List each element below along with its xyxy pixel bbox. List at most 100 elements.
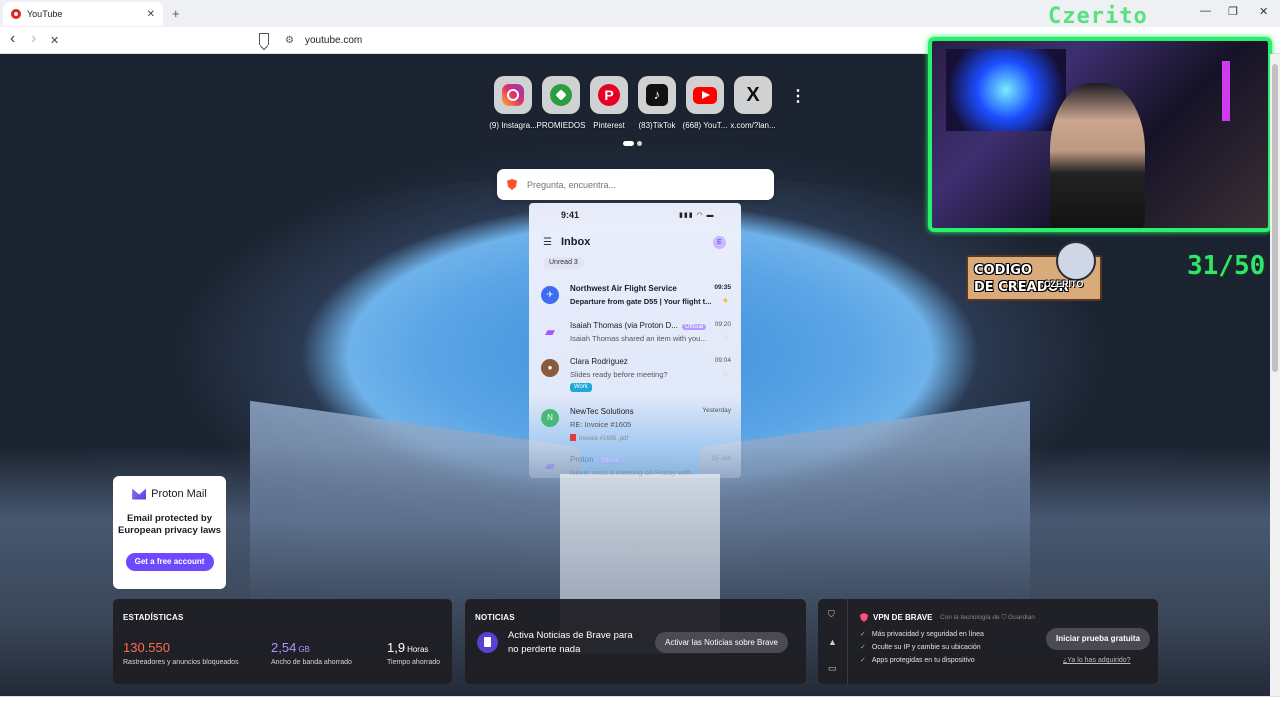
address-bar[interactable]: youtube.com [305, 35, 362, 46]
start-free-trial-button[interactable]: Iniciar prueba gratuita [1046, 628, 1151, 650]
search-box[interactable] [497, 169, 774, 200]
mail-time: 09:20 [714, 321, 731, 328]
proton-mail-icon [132, 488, 147, 500]
mail-from: Clara Rodriguez [570, 357, 628, 366]
pager-dot[interactable] [637, 141, 642, 146]
news-title: NOTICIAS [475, 613, 515, 622]
news-widget: NOTICIAS Activa Noticias de Brave para n… [465, 599, 806, 684]
mail-from-row: Isaiah Thomas (via Proton D... Official [570, 321, 707, 330]
site-settings-icon[interactable]: ⚙ [285, 35, 294, 46]
shortcut-x[interactable]: X x.com/?lan... [729, 76, 777, 130]
vpn-shield-icon [860, 613, 868, 622]
official-badge: Official [597, 458, 622, 464]
soccer-ball-icon [550, 84, 572, 106]
minimize-button[interactable]: — [1200, 5, 1211, 17]
proton-logo: Proton Mail [113, 488, 226, 500]
back-button[interactable]: ‹ [10, 30, 15, 48]
more-shortcuts-icon[interactable]: ⋮ [790, 86, 806, 106]
instagram-icon [502, 84, 524, 106]
mail-item: ● Clara Rodriguez 09:04 Slides ready bef… [541, 357, 731, 397]
trackers-value: 130.550 [123, 640, 170, 655]
youtube-icon [693, 86, 717, 104]
streamer-figure [1050, 83, 1145, 228]
shortcut-pinterest[interactable]: P Pinterest [585, 76, 633, 130]
search-input[interactable] [527, 179, 757, 190]
star-icon: ★ [721, 296, 729, 305]
bookmark-icon[interactable] [259, 33, 269, 45]
scrollbar-thumb[interactable] [1272, 64, 1278, 372]
mail-tag: Work [570, 383, 592, 392]
pager-dot-active[interactable] [623, 141, 634, 146]
creator-code-badge: CODIGO DE CREADOR CZERITO [966, 241, 1102, 301]
contact-photo-icon: ● [541, 359, 559, 377]
tiktok-icon: ♪ [646, 84, 668, 106]
creator-code-line1: CODIGO [974, 263, 1032, 278]
pdf-attachment: Invoice #1605 .pdf [570, 434, 628, 442]
vpn-powered-by: Con la tecnología de ⛉ Guardian [940, 614, 1035, 621]
rewards-tab-icon[interactable]: ▲ [828, 637, 837, 647]
webcam-monitor-glow [946, 49, 1066, 131]
shortcut-instagram[interactable]: (9) Instagra... [489, 76, 537, 130]
bandwidth-unit: GB [298, 645, 310, 654]
newtec-initial-icon: N [541, 409, 559, 427]
time-unit: Horas [407, 645, 429, 654]
cat-mascot-icon [1056, 241, 1096, 281]
shortcut-promiedos[interactable]: PROMIEDOS [537, 76, 585, 130]
talk-tab-icon[interactable]: ▭ [828, 663, 837, 674]
mail-item: ✈ Northwest Air Flight Service 09:35 Dep… [541, 284, 731, 324]
tab-youtube[interactable]: YouTube ✕ [3, 2, 163, 26]
phone-menu-icon: ☰ [543, 237, 552, 248]
mail-from: NewTec Solutions [570, 407, 634, 416]
mail-from-row: Proton Official [570, 455, 622, 464]
new-tab-button[interactable]: + [172, 6, 180, 21]
news-icon [477, 632, 498, 653]
creator-code-name: CZERITO [1044, 279, 1084, 289]
forward-button[interactable]: › [31, 30, 36, 48]
close-window-button[interactable]: ✕ [1259, 5, 1268, 18]
get-free-account-button[interactable]: Get a free account [125, 553, 214, 571]
vpn-tab-icon[interactable]: ⛉ [828, 609, 835, 620]
mail-subject: Departure from gate D55 | Your flight t.… [570, 297, 712, 306]
shortcut-label: (9) Instagra... [489, 121, 537, 130]
vpn-features: Más privacidad y seguridad en línea Ocul… [860, 630, 984, 669]
bandwidth-value: 2,54 [271, 640, 297, 655]
shortcut-label: x.com/?lan... [730, 121, 776, 130]
brave-favicon-icon [11, 9, 21, 19]
news-text: Activa Noticias de Brave para no perdert… [508, 630, 633, 655]
phone-signal-icon: ▮▮▮ ◠ ▬ [679, 212, 715, 219]
proton-mail-ad[interactable]: Proton Mail Email protected by European … [113, 476, 226, 589]
sponsored-phone-image[interactable]: 9:41 ▮▮▮ ◠ ▬ ☰ Inbox E Unread 3 ✈ Northw… [529, 203, 741, 478]
folder-icon: ▰ [545, 458, 555, 473]
tab-close-icon[interactable]: ✕ [147, 9, 155, 20]
already-purchased-link[interactable]: ¿Ya lo has adquirido? [1063, 657, 1131, 664]
stop-loading-button[interactable]: ✕ [50, 34, 59, 47]
shortcut-youtube[interactable]: (668) YouT... [681, 76, 729, 130]
vpn-widget: ⛉ ▲ ▭ VPN DE BRAVE Con la tecnología de … [818, 599, 1158, 684]
stats-widget: ESTADÍSTICAS 130.550 Rastreadores y anun… [113, 599, 452, 684]
pinterest-icon: P [598, 84, 620, 106]
top-sites: (9) Instagra... PROMIEDOS P Pinterest ♪ … [489, 76, 777, 130]
restore-button[interactable]: ❐ [1228, 5, 1238, 18]
page-scrollbar[interactable] [1270, 54, 1280, 696]
mail-subject: Never miss a meeting on Friday with... [570, 468, 698, 477]
mail-time: Yesterday [702, 407, 731, 414]
stats-title: ESTADÍSTICAS [123, 613, 184, 622]
mail-subject: RE: Invoice #1605 [570, 420, 632, 429]
mail-from: Proton [570, 455, 594, 464]
goal-counter: 31/50 [1187, 251, 1266, 281]
proton-ad-text: Email protected by European privacy laws [118, 513, 221, 536]
proton-brand: Proton Mail [151, 488, 207, 500]
mail-from: Isaiah Thomas (via Proton D... [570, 321, 678, 330]
mail-from: Northwest Air Flight Service [570, 284, 677, 293]
shortcut-label: (83)TikTok [638, 121, 676, 130]
phone-unread-chip: Unread 3 [543, 257, 584, 269]
webcam-led-light [1222, 61, 1230, 121]
mail-item: ▰ Isaiah Thomas (via Proton D... Official… [541, 321, 731, 361]
mail-item: N NewTec Solutions Yesterday RE: Invoice… [541, 407, 731, 447]
shortcut-pager[interactable] [623, 141, 642, 146]
shortcut-tiktok[interactable]: ♪ (83)TikTok [633, 76, 681, 130]
airplane-icon: ✈ [541, 286, 559, 304]
streamer-name-overlay: Czerito [1048, 4, 1148, 29]
vpn-feature: Oculte su IP y cambie su ubicación [860, 643, 984, 651]
activate-news-button[interactable]: Activar las Noticias sobre Brave [655, 632, 788, 653]
